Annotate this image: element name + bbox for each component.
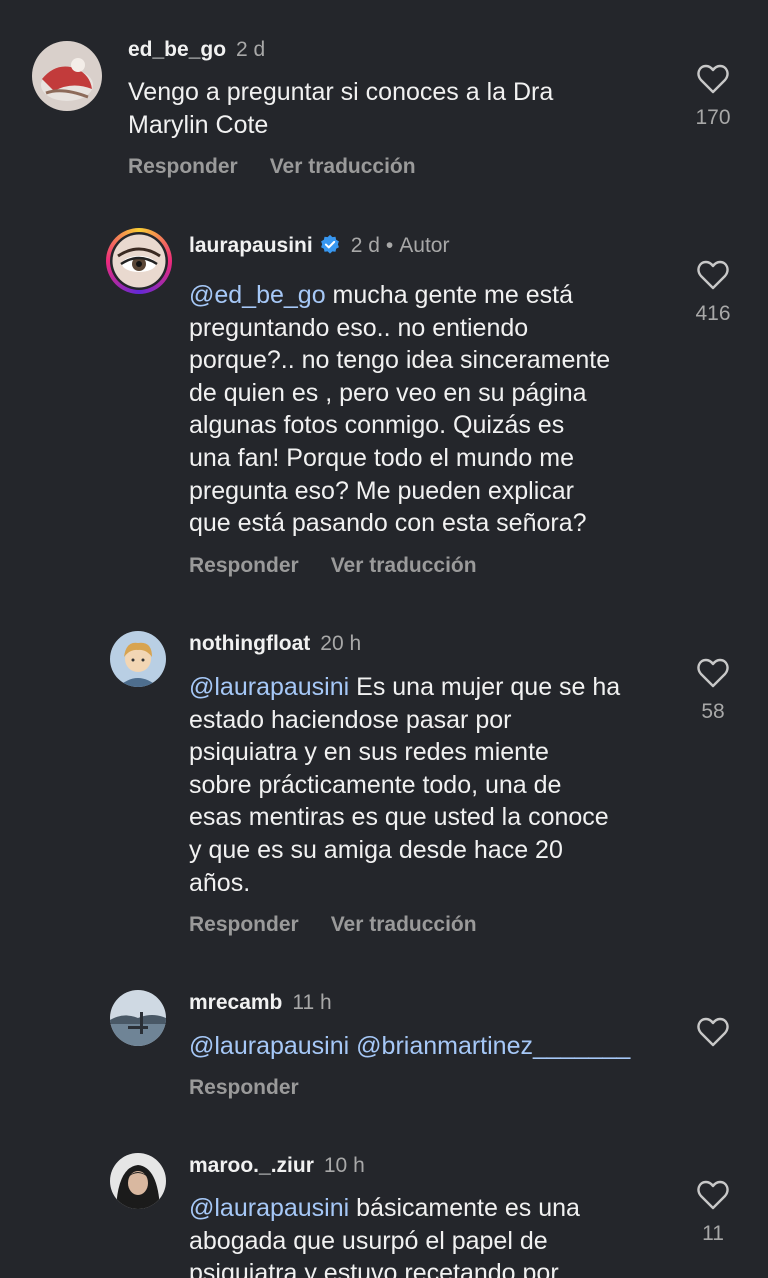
comment-line: sobre prácticamente todo, una de: [189, 770, 562, 799]
comment-line: y que es su amiga desde hace 20: [189, 835, 563, 864]
comment-line: psiquiatra y estuvo recetando por: [189, 1259, 559, 1278]
reply-button[interactable]: Responder: [128, 155, 238, 178]
mention-link[interactable]: @brianmartinez_______: [356, 1032, 630, 1060]
comment-text: @laurapausini básicamente es una abogada…: [189, 1192, 580, 1278]
like-control: [673, 1017, 753, 1047]
mention-link[interactable]: @laurapausini: [189, 673, 349, 701]
avatar-image: [110, 631, 166, 687]
timestamp: 11 h: [292, 991, 332, 1014]
like-count: 170: [695, 106, 731, 129]
avatar[interactable]: [110, 990, 166, 1046]
timestamp: 10 h: [323, 1154, 365, 1177]
heart-outline-icon[interactable]: [697, 64, 729, 94]
heart-outline-icon[interactable]: [697, 1017, 729, 1047]
like-control: 170: [673, 64, 753, 130]
mention-link[interactable]: @laurapausini: [189, 1194, 349, 1222]
like-count: 416: [695, 302, 731, 325]
reply-button[interactable]: Responder: [189, 554, 299, 577]
comment-actions: Responder Ver traducción: [128, 154, 416, 180]
username[interactable]: maroo._.ziur: [189, 1154, 314, 1177]
comment-line: una fan! Porque todo el mundo me: [189, 443, 574, 472]
comment-line: algunas fotos conmigo. Quizás es: [189, 411, 565, 440]
comment-line: porque?.. no tengo idea sinceramente: [189, 346, 611, 375]
comment-line: Es una mujer que se ha: [349, 673, 621, 701]
like-control: 416: [673, 260, 753, 326]
avatar[interactable]: [32, 41, 102, 111]
comment-line: preguntando eso.. no entiendo: [189, 313, 529, 342]
like-count: 11: [702, 1222, 724, 1245]
comment-header: nothingfloat 20 h: [189, 631, 361, 657]
timestamp: 2 d: [350, 234, 380, 257]
comment-header: mrecamb 11 h: [189, 990, 332, 1016]
comment-text: Vengo a preguntar si conoces a la Dra Ma…: [128, 76, 553, 141]
comment-line: básicamente es una: [349, 1194, 580, 1222]
comment-text: @laurapausini @brianmartinez_______: [189, 1030, 630, 1063]
comment-line: esas mentiras es que usted la conoce: [189, 803, 609, 832]
heart-outline-icon[interactable]: [697, 1180, 729, 1210]
comment-line: estado haciendose pasar por: [189, 705, 512, 734]
comment-actions: Responder Ver traducción: [189, 912, 477, 938]
reply-button[interactable]: Responder: [189, 1076, 299, 1099]
comment-line: Vengo a preguntar si conoces a la Dra: [128, 78, 554, 106]
mention-link[interactable]: @ed_be_go: [189, 281, 326, 309]
comment-actions: Responder Ver traducción: [189, 553, 477, 579]
comment-line: mucha gente me está: [325, 281, 573, 309]
translate-button[interactable]: Ver traducción: [331, 913, 477, 936]
comment-header: laurapausini 2 d • Autor: [189, 233, 449, 259]
username[interactable]: laurapausini: [189, 234, 313, 257]
avatar-image: [32, 41, 102, 111]
avatar-image: [110, 232, 168, 290]
translate-button[interactable]: Ver traducción: [270, 155, 416, 178]
like-control: 11: [673, 1180, 753, 1246]
timestamp: 20 h: [320, 632, 362, 655]
comment-line: de quien es , pero veo en su página: [189, 378, 587, 407]
translate-button[interactable]: Ver traducción: [331, 554, 477, 577]
comment-line: Marylin Cote: [128, 110, 269, 139]
comment-line: que está pasando con esta señora?: [189, 509, 587, 538]
comment-header: ed_be_go 2 d: [128, 37, 265, 63]
comment-line: psiquiatra y en sus redes miente: [189, 738, 549, 767]
username[interactable]: mrecamb: [189, 991, 282, 1014]
separator-dot: •: [385, 234, 394, 257]
avatar[interactable]: [110, 1153, 166, 1209]
avatar[interactable]: [110, 631, 166, 687]
timestamp: 2 d: [236, 38, 266, 61]
like-control: 58: [673, 658, 753, 724]
heart-outline-icon[interactable]: [697, 658, 729, 688]
verified-badge-icon: [320, 234, 339, 254]
reply-button[interactable]: Responder: [189, 913, 299, 936]
heart-outline-icon[interactable]: [697, 260, 729, 290]
author-tag: Autor: [399, 234, 450, 257]
comment-line: años.: [189, 868, 251, 897]
comment-line: pregunta eso? Me pueden explicar: [189, 476, 574, 505]
like-count: 58: [701, 700, 725, 723]
comment-text: @ed_be_go mucha gente me está preguntand…: [189, 279, 610, 540]
username[interactable]: ed_be_go: [128, 38, 226, 61]
comment-ed-be-go: ed_be_go 2 d Vengo a preguntar si conoces…: [0, 0, 768, 200]
comment-line: abogada que usurpó el papel de: [189, 1226, 548, 1255]
mention-link[interactable]: @laurapausini: [189, 1032, 349, 1060]
username[interactable]: nothingfloat: [189, 632, 310, 655]
comment-actions: Responder: [189, 1075, 299, 1101]
comment-text: @laurapausini Es una mujer que se ha est…: [189, 671, 620, 899]
comment-header: maroo._.ziur 10 h: [189, 1153, 365, 1179]
avatar-image: [110, 1153, 166, 1209]
avatar[interactable]: [106, 228, 172, 294]
avatar-image: [110, 990, 166, 1046]
